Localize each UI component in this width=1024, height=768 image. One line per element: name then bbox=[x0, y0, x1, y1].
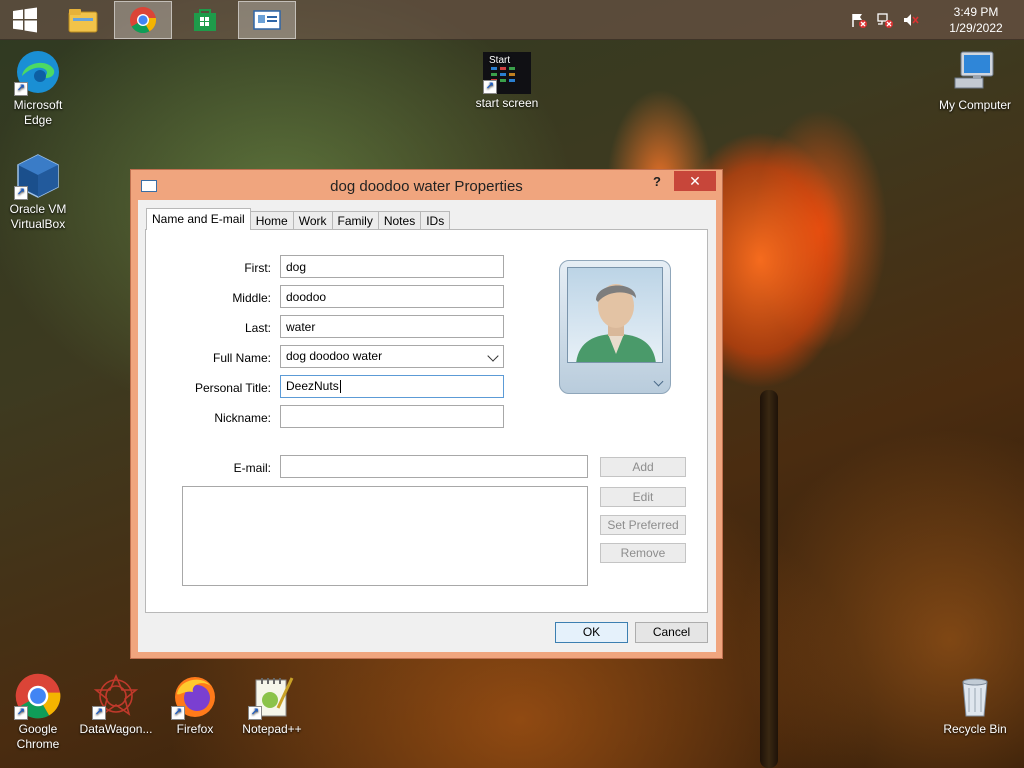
desktop-icon-label: Google Chrome bbox=[16, 722, 60, 751]
tab-name-and-email[interactable]: Name and E-mail bbox=[146, 208, 251, 230]
taskbar-chrome[interactable] bbox=[114, 1, 172, 39]
store-icon bbox=[194, 9, 216, 31]
personal-title-label: Personal Title: bbox=[194, 381, 271, 395]
desktop-icon-recycle-bin[interactable]: Recycle Bin bbox=[937, 672, 1013, 737]
remove-email-button[interactable]: Remove bbox=[600, 543, 686, 563]
full-name-value: dog doodoo water bbox=[286, 349, 383, 363]
text-cursor bbox=[339, 380, 341, 394]
set-preferred-button[interactable]: Set Preferred bbox=[600, 515, 686, 535]
system-tray: 3:49 PM 1/29/2022 bbox=[850, 0, 1024, 40]
tab-home[interactable]: Home bbox=[249, 211, 294, 230]
wallpaper-tulip-stem bbox=[760, 390, 778, 768]
personal-title-field[interactable]: DeezNuts bbox=[280, 375, 504, 398]
recycle-bin-icon bbox=[962, 678, 988, 717]
tab-page-name-and-email: First: Middle: Last: Full Name: dog dood… bbox=[145, 229, 708, 613]
shortcut-arrow-icon: ↗ bbox=[14, 186, 28, 200]
default-contact-avatar-icon bbox=[576, 284, 656, 362]
desktop-icon-chrome[interactable]: ↗ Google Chrome bbox=[0, 672, 76, 752]
email-label: E-mail: bbox=[233, 461, 271, 475]
desktop-icon-notepadpp[interactable]: ↗ Notepad++ bbox=[234, 672, 310, 737]
cancel-button[interactable]: Cancel bbox=[635, 622, 708, 643]
tab-work[interactable]: Work bbox=[292, 211, 333, 230]
add-email-button[interactable]: Add bbox=[600, 457, 686, 477]
help-button[interactable]: ? bbox=[646, 174, 668, 192]
taskbar-store[interactable] bbox=[176, 1, 234, 39]
desktop-icon-label: Microsoft Edge bbox=[13, 98, 63, 127]
desktop-icon-label: My Computer bbox=[938, 98, 1012, 112]
full-name-dropdown[interactable]: dog doodoo water bbox=[280, 345, 504, 368]
network-icon[interactable] bbox=[876, 12, 894, 28]
desktop-icon-label: Notepad++ bbox=[242, 722, 302, 736]
start-button[interactable] bbox=[0, 1, 50, 39]
desktop-icon-edge[interactable]: ↗ Microsoft Edge bbox=[0, 48, 76, 128]
desktop-icon-start-screen[interactable]: Start ↗ start screen bbox=[469, 52, 545, 111]
shortcut-arrow-icon: ↗ bbox=[483, 80, 497, 94]
taskbar-contacts[interactable] bbox=[238, 1, 296, 39]
last-label: Last: bbox=[244, 321, 271, 335]
desktop-icon-label: Oracle VM VirtualBox bbox=[9, 202, 67, 231]
shortcut-arrow-icon: ↗ bbox=[248, 706, 262, 720]
tab-notes[interactable]: Notes bbox=[377, 211, 422, 230]
shortcut-arrow-icon: ↗ bbox=[14, 706, 28, 720]
ok-button[interactable]: OK bbox=[555, 622, 628, 643]
taskbar: 3:49 PM 1/29/2022 bbox=[0, 0, 1024, 40]
desktop-icon-my-computer[interactable]: My Computer bbox=[937, 48, 1013, 113]
middle-name-field[interactable] bbox=[280, 285, 504, 308]
clock-time: 3:49 PM bbox=[953, 5, 999, 19]
contact-picture bbox=[567, 267, 663, 363]
tab-family[interactable]: Family bbox=[331, 211, 379, 230]
first-name-field[interactable] bbox=[280, 255, 504, 278]
nickname-label: Nickname: bbox=[214, 411, 271, 425]
desktop-icon-label: Firefox bbox=[176, 722, 214, 736]
desktop-icon-virtualbox[interactable]: ↗ Oracle VM VirtualBox bbox=[0, 152, 76, 232]
first-label: First: bbox=[244, 261, 271, 275]
full-name-label: Full Name: bbox=[212, 351, 271, 365]
desktop-icon-label: Recycle Bin bbox=[943, 722, 1007, 736]
desktop-icon-label: start screen bbox=[475, 96, 539, 110]
chrome-icon bbox=[130, 7, 157, 34]
nickname-field[interactable] bbox=[280, 405, 504, 428]
personal-title-value: DeezNuts bbox=[286, 379, 339, 393]
shortcut-arrow-icon: ↗ bbox=[14, 82, 28, 96]
shortcut-arrow-icon: ↗ bbox=[92, 706, 106, 720]
contacts-icon bbox=[253, 10, 281, 30]
shortcut-arrow-icon: ↗ bbox=[171, 706, 185, 720]
chevron-down-icon bbox=[487, 350, 499, 362]
chevron-down-icon[interactable] bbox=[653, 376, 664, 387]
clock-date: 1/29/2022 bbox=[949, 21, 1003, 35]
windows-start-icon bbox=[13, 7, 37, 33]
dialog-client-area: Name and E-mail Home Work Family Notes I… bbox=[138, 200, 716, 652]
email-address-list[interactable] bbox=[182, 486, 588, 586]
dialog-titlebar[interactable]: dog doodoo water Properties ? ✕ bbox=[131, 170, 722, 200]
taskbar-file-explorer[interactable] bbox=[54, 1, 112, 39]
tab-ids[interactable]: IDs bbox=[420, 211, 451, 230]
dialog-title: dog doodoo water Properties bbox=[330, 178, 523, 195]
clock[interactable]: 3:49 PM 1/29/2022 bbox=[928, 4, 1024, 36]
email-input[interactable] bbox=[280, 455, 588, 478]
desktop-icon-firefox[interactable]: ↗ Firefox bbox=[157, 672, 233, 737]
contact-picture-button[interactable] bbox=[559, 260, 671, 394]
properties-dialog: dog doodoo water Properties ? ✕ Name and… bbox=[130, 169, 723, 659]
edit-email-button[interactable]: Edit bbox=[600, 487, 686, 507]
computer-icon bbox=[954, 51, 994, 89]
last-name-field[interactable] bbox=[280, 315, 504, 338]
middle-label: Middle: bbox=[232, 291, 271, 305]
desktop-icon-datawagon[interactable]: ↗ DataWagon... bbox=[78, 672, 154, 737]
close-button[interactable]: ✕ bbox=[674, 171, 716, 191]
desktop-icon-label: DataWagon... bbox=[79, 722, 153, 736]
start-tile-text: Start bbox=[489, 55, 511, 66]
action-center-flag-icon[interactable] bbox=[850, 12, 868, 28]
file-explorer-icon bbox=[68, 9, 98, 33]
volume-muted-icon[interactable] bbox=[902, 12, 920, 28]
tab-strip: Name and E-mail Home Work Family Notes I… bbox=[146, 208, 451, 230]
